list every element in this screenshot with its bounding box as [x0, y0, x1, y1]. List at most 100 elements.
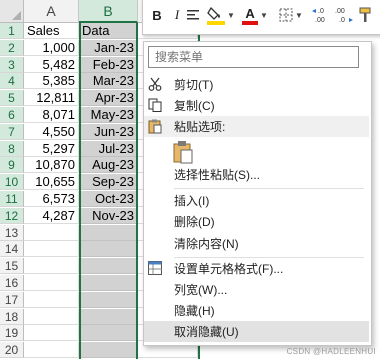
- row-header[interactable]: 12: [0, 208, 24, 224]
- menu-search-input[interactable]: [148, 46, 359, 68]
- menu-item-paste-special[interactable]: 选择性粘贴(S)...: [144, 164, 369, 185]
- bold-button[interactable]: B: [148, 4, 166, 26]
- cell-b[interactable]: [79, 241, 138, 257]
- row-header[interactable]: 5: [0, 90, 24, 106]
- fill-color-button[interactable]: ▼: [205, 4, 237, 26]
- cell-a[interactable]: 5,385: [24, 73, 79, 89]
- menu-item-hide[interactable]: 隐藏(H): [144, 300, 369, 321]
- paste-clipboard-icon: [173, 141, 193, 164]
- paintbrush-icon: [359, 7, 371, 22]
- row-header[interactable]: 20: [0, 342, 24, 358]
- format-cells-icon: [147, 260, 163, 276]
- cell-b[interactable]: [79, 225, 138, 241]
- menu-item-insert[interactable]: 插入(I): [144, 190, 369, 211]
- row-header[interactable]: 8: [0, 141, 24, 157]
- row-header[interactable]: 4: [0, 73, 24, 89]
- cell-a[interactable]: [24, 342, 79, 358]
- row-header[interactable]: 16: [0, 275, 24, 291]
- row-header[interactable]: 18: [0, 309, 24, 325]
- cell-b[interactable]: Jul-23: [79, 141, 138, 157]
- menu-item-unhide[interactable]: 取消隐藏(U): [144, 321, 369, 342]
- cell-a[interactable]: 10,870: [24, 157, 79, 173]
- cell-a[interactable]: 1,000: [24, 40, 79, 56]
- font-color-letter: A: [242, 6, 259, 25]
- chevron-down-icon: ▼: [260, 10, 268, 20]
- cell-a[interactable]: 5,297: [24, 141, 79, 157]
- cell-a[interactable]: [24, 292, 79, 308]
- cell-a[interactable]: 6,573: [24, 191, 79, 207]
- row-header[interactable]: 10: [0, 174, 24, 190]
- cell-b[interactable]: [79, 309, 138, 325]
- svg-text:.0: .0: [318, 8, 324, 15]
- row-header[interactable]: 11: [0, 191, 24, 207]
- cell-b[interactable]: Data: [79, 23, 138, 39]
- row-header[interactable]: 1: [0, 23, 24, 39]
- column-header-a[interactable]: A: [24, 0, 79, 23]
- row-header[interactable]: 13: [0, 225, 24, 241]
- row-header[interactable]: 19: [0, 325, 24, 341]
- cell-a[interactable]: 12,811: [24, 90, 79, 106]
- row-header[interactable]: 6: [0, 107, 24, 123]
- cell-b[interactable]: Feb-23: [79, 57, 138, 73]
- row-header[interactable]: 9: [0, 157, 24, 173]
- font-color-button[interactable]: A ▼: [240, 4, 270, 26]
- cell-a[interactable]: [24, 241, 79, 257]
- cell-a[interactable]: [24, 309, 79, 325]
- select-all-triangle-icon: [12, 11, 21, 20]
- cell-b[interactable]: [79, 342, 138, 358]
- decrease-decimal-button[interactable]: .00.0: [334, 4, 354, 26]
- cell-b[interactable]: [79, 275, 138, 291]
- scissors-icon: [147, 76, 163, 92]
- row-header[interactable]: 17: [0, 292, 24, 308]
- cell-b[interactable]: Nov-23: [79, 208, 138, 224]
- column-header-b[interactable]: B: [79, 0, 138, 23]
- cell-a[interactable]: [24, 258, 79, 274]
- cell-b[interactable]: [79, 325, 138, 341]
- paste-option-button[interactable]: [172, 140, 194, 164]
- cell-a[interactable]: [24, 325, 79, 341]
- cell-a[interactable]: 4,287: [24, 208, 79, 224]
- menu-item-label: 复制(C): [174, 99, 215, 113]
- cell-b[interactable]: Apr-23: [79, 90, 138, 106]
- menu-item-label: 插入(I): [174, 194, 210, 208]
- menu-item-cut[interactable]: 剪切(T): [144, 74, 369, 95]
- cell-b[interactable]: Jun-23: [79, 124, 138, 140]
- menu-section-label: 粘贴选项:: [174, 120, 226, 134]
- increase-decimal-button[interactable]: .0.00: [311, 4, 331, 26]
- cell-a[interactable]: [24, 225, 79, 241]
- cell-b[interactable]: Jan-23: [79, 40, 138, 56]
- menu-item-label: 取消隐藏(U): [174, 325, 239, 339]
- cell-b[interactable]: Aug-23: [79, 157, 138, 173]
- select-all-button[interactable]: [0, 0, 24, 23]
- cell-a[interactable]: 10,655: [24, 174, 79, 190]
- row-header[interactable]: 14: [0, 241, 24, 257]
- cell-b[interactable]: [79, 292, 138, 308]
- row-header[interactable]: 3: [0, 57, 24, 73]
- cell-a[interactable]: 5,482: [24, 57, 79, 73]
- mini-toolbar: B I ▼ A ▼ ▼ .0.00 .00.0: [142, 0, 380, 35]
- italic-button[interactable]: I: [168, 4, 186, 26]
- menu-item-delete[interactable]: 删除(D): [144, 211, 369, 232]
- format-painter-button[interactable]: [357, 4, 375, 26]
- cell-b[interactable]: May-23: [79, 107, 138, 123]
- cell-b[interactable]: Oct-23: [79, 191, 138, 207]
- menu-item-copy[interactable]: 复制(C): [144, 95, 369, 116]
- cell-a[interactable]: Sales: [24, 23, 79, 39]
- row-header[interactable]: 15: [0, 258, 24, 274]
- cell-a[interactable]: [24, 275, 79, 291]
- align-button[interactable]: [187, 4, 199, 26]
- align-lines-icon: [187, 10, 199, 20]
- menu-item-column-width[interactable]: 列宽(W)...: [144, 279, 369, 300]
- cell-a[interactable]: 4,550: [24, 124, 79, 140]
- menu-item-clear-contents[interactable]: 清除内容(N): [144, 233, 369, 254]
- row-header[interactable]: 2: [0, 40, 24, 56]
- clipboard-icon: [147, 118, 163, 134]
- cell-b[interactable]: [79, 258, 138, 274]
- borders-button[interactable]: ▼: [276, 4, 306, 26]
- row-header[interactable]: 7: [0, 124, 24, 140]
- cell-b[interactable]: Mar-23: [79, 73, 138, 89]
- menu-item-format-cells[interactable]: 设置单元格格式(F)...: [144, 258, 369, 279]
- cell-a[interactable]: 8,071: [24, 107, 79, 123]
- cell-b[interactable]: Sep-23: [79, 174, 138, 190]
- menu-item-label: 设置单元格格式(F)...: [174, 262, 284, 276]
